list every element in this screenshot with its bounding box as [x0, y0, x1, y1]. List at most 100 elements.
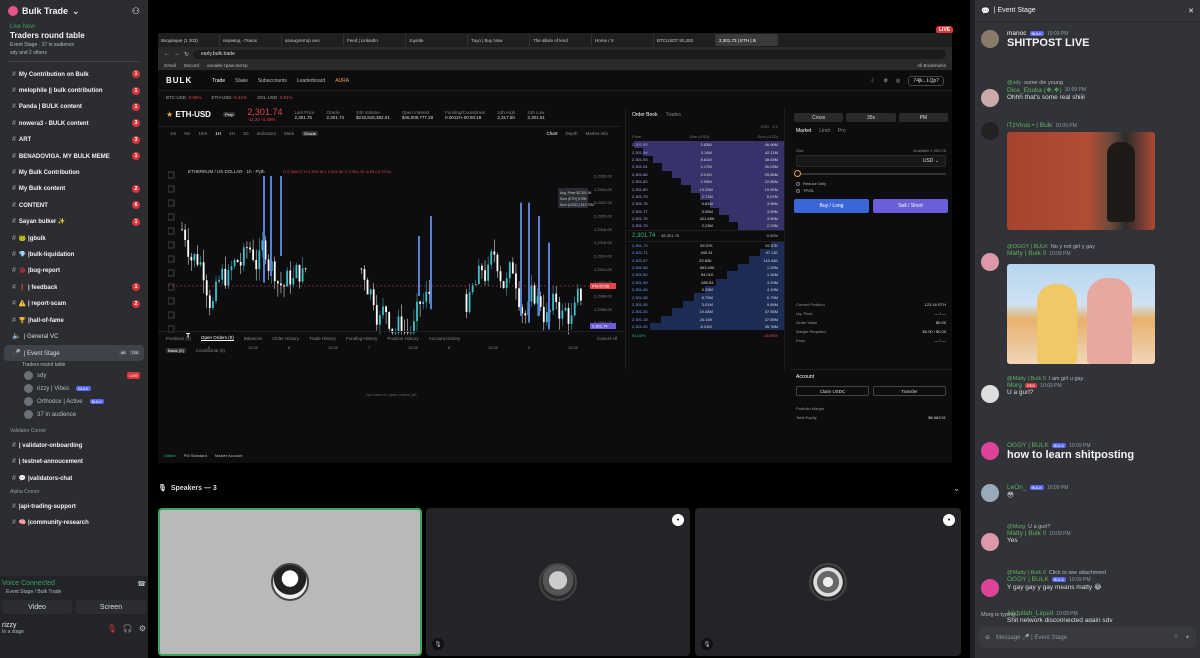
forward-icon[interactable]: →: [174, 51, 180, 57]
chart-tab[interactable]: Market Info: [585, 131, 608, 136]
close-icon[interactable]: ✕: [1188, 7, 1194, 15]
author-name[interactable]: Dice_Ebuka (❖,❖): [1007, 86, 1062, 94]
speaker-tile[interactable]: [158, 508, 422, 656]
claim-usdc-button[interactable]: Claim USDC: [796, 386, 869, 396]
all-bookmarks[interactable]: All Bookmarks: [917, 63, 946, 68]
tab-market[interactable]: Market: [796, 128, 811, 134]
chat-message[interactable]: manoc BULK 10:09 PM SHITPOST LIVE: [975, 30, 1200, 49]
author-name[interactable]: Morg: [1007, 382, 1022, 389]
avatar[interactable]: [981, 122, 999, 140]
author-name[interactable]: LeOn_: [1007, 484, 1027, 491]
orderbook-row[interactable]: 2,301.20 19.08M 37.55M: [626, 308, 784, 316]
avatar[interactable]: [981, 30, 999, 48]
timeframe-1D[interactable]: 1D: [243, 131, 249, 136]
bookmark-item[interactable]: Discord: [184, 63, 199, 68]
orderbook-row[interactable]: 2,301.67 23.83K 115.44K: [626, 256, 784, 264]
orderbook-row[interactable]: 2,301.71 405.31 97.11K: [626, 249, 784, 257]
chat-message[interactable]: @OGGY | BULK No y not girl y gay Matty | B…: [975, 244, 1200, 271]
channel-item[interactable]: # 🧠 |community-research: [0, 515, 148, 531]
ticker-item[interactable]: BTC-USD -0.65%: [166, 95, 202, 100]
status-item[interactable]: Online: [164, 453, 176, 458]
video-button[interactable]: Video: [2, 600, 72, 614]
reload-icon[interactable]: ↻: [184, 51, 189, 58]
channel-item[interactable]: # 🐞 |bug-report: [0, 263, 148, 279]
category-alpha[interactable]: Alpha Corner: [0, 486, 148, 498]
timeframe-5m[interactable]: 5m: [184, 131, 190, 136]
channel-item[interactable]: # | testnet-annoucement: [0, 453, 148, 469]
oracle-toggle[interactable]: Oracle: [302, 130, 318, 136]
channel-item[interactable]: # 💬 |validators-chat: [0, 470, 148, 486]
headphones-icon[interactable]: 🎧: [123, 624, 133, 633]
orderbook-row[interactable]: 2,301.80 13.25M 19.92M: [626, 185, 784, 193]
orderbook-row[interactable]: 2,301.79 2.71M 6.67M: [626, 192, 784, 201]
chat-message[interactable]: @sdy some die young Dice_Ebuka (❖,❖) 10:09 …: [975, 80, 1200, 107]
browser-tab[interactable]: Home / X: [592, 34, 654, 46]
bookmark-item[interactable]: онлайн-транслитер: [207, 63, 248, 68]
mic-muted-icon[interactable]: 🎙: [107, 624, 117, 633]
star-icon[interactable]: ★: [166, 110, 173, 119]
channel-item[interactable]: # ⚠️ | report-scam 2: [0, 295, 148, 311]
chat-message[interactable]: @Morg U a gurl? Matty | Bulk 0 10:09 PM Yes: [975, 524, 1200, 551]
tab-limit[interactable]: Limit: [819, 128, 830, 134]
orderbook-row[interactable]: 2,301.91 4.17M 30.03M: [626, 163, 784, 171]
avatar[interactable]: [981, 253, 999, 271]
status-item[interactable]: Master Account: [215, 453, 243, 458]
tpsl-checkbox[interactable]: TP/SL: [796, 188, 946, 193]
bookmark-item[interactable]: Gmail: [164, 63, 176, 68]
orders-tab[interactable]: Open Orders (0): [201, 335, 234, 341]
account-button[interactable]: 74jk...LQp7: [908, 75, 944, 86]
orders-tab[interactable]: Trade History: [309, 336, 336, 341]
category-validator[interactable]: Validator Corner: [0, 425, 148, 437]
transfer-button[interactable]: Transfer: [873, 386, 946, 396]
chat-message[interactable]: iTzVirus • | Bulk 10:09 PM: [975, 122, 1200, 140]
avatar[interactable]: [981, 385, 999, 403]
orderbook-row[interactable]: 2,301.93 8.61M 38.63M: [626, 155, 784, 164]
speakers-header[interactable]: 🎙 Speakers — 3: [158, 484, 217, 493]
apps-icon[interactable]: ✦: [1185, 634, 1190, 641]
channel-item[interactable]: # melophile || bulk contribution 1: [0, 82, 148, 98]
orderbook-row[interactable]: 2,301.77 3.95M 3.59M: [626, 207, 784, 215]
channel-item[interactable]: # Panda | BULK content 1: [0, 99, 148, 115]
stage-user[interactable]: 37 in audience: [0, 408, 148, 421]
stage-user[interactable]: Orthodox | Active BULK: [0, 395, 148, 408]
basic-filter[interactable]: Basic (0): [166, 347, 186, 353]
channel-item[interactable]: # | validator-onboarding: [0, 437, 148, 453]
options-icon[interactable]: •: [943, 514, 955, 526]
mark-toggle[interactable]: Mark: [284, 131, 294, 136]
chat-message[interactable]: OGGY | BULK BULK 10:09 PM how to learn shit…: [975, 442, 1200, 461]
timeframe-1m[interactable]: 1m: [170, 131, 176, 136]
chart-tab[interactable]: Depth: [565, 131, 577, 136]
orderbook-row[interactable]: 2,301.75 2.23M 2.23M: [626, 222, 784, 230]
message-input[interactable]: ⊕ Message 🎤 | Event Stage ☺ ✦: [979, 626, 1196, 648]
orderbook-row[interactable]: 2,301.00 8.01M 45.78M: [626, 322, 784, 331]
symbol-selector[interactable]: ★ ETH-USD: [166, 110, 211, 119]
orderbook-row[interactable]: 2,301.35 3.01M 9.89M: [626, 300, 784, 309]
timeframe-1H[interactable]: 1H: [215, 131, 221, 136]
emoji-icon[interactable]: ☺: [1173, 634, 1179, 640]
chat-message[interactable]: @Matty | Bulk 0I am girl u gay Morg RED 10:…: [975, 376, 1200, 403]
bulk-logo[interactable]: BULK: [166, 76, 192, 85]
browser-tab[interactable]: BTCUSDT 80,283: [654, 34, 716, 46]
channel-item[interactable]: # nowera3 - BULK content 3: [0, 115, 148, 131]
message-image[interactable]: [1007, 132, 1155, 230]
avatar[interactable]: [981, 579, 999, 597]
orders-tab[interactable]: Funding History: [346, 336, 378, 341]
globe-icon[interactable]: ◎: [896, 78, 900, 84]
author-name[interactable]: iTzVirus • | Bulk: [1007, 122, 1052, 129]
orderbook-row[interactable]: 2,301.78 0.81M 3.96M: [626, 200, 784, 208]
tab-trades[interactable]: Trades: [666, 112, 681, 118]
url-field[interactable]: early.bulk.trade: [193, 49, 946, 59]
server-header[interactable]: Bulk Trade ⌄ ⚇: [0, 0, 148, 22]
orderbook-row[interactable]: 2,301.18 20.16K 37.55M: [626, 315, 784, 323]
channel-item[interactable]: # My Contribution on Bulk 1: [0, 66, 148, 82]
channel-item[interactable]: # 🏆 |hall-of-fame: [0, 312, 148, 328]
nav-subaccounts[interactable]: Subaccounts: [258, 78, 287, 84]
browser-tab[interactable]: Tuyo | Buy Now: [468, 34, 530, 46]
sell-short-button[interactable]: Sell / Short: [873, 199, 948, 213]
orderbook-row[interactable]: 2,301.49 285.53 3.29M: [626, 278, 784, 287]
orderbook-row[interactable]: 2,301.58 963.49K 1.25M: [626, 263, 784, 272]
orders-tab[interactable]: Balances: [244, 336, 263, 341]
disconnect-icon[interactable]: ☎: [137, 580, 146, 588]
author-name[interactable]: Matty | Bulk 0: [1007, 530, 1046, 537]
tab-order-book[interactable]: Order Book: [632, 112, 658, 118]
